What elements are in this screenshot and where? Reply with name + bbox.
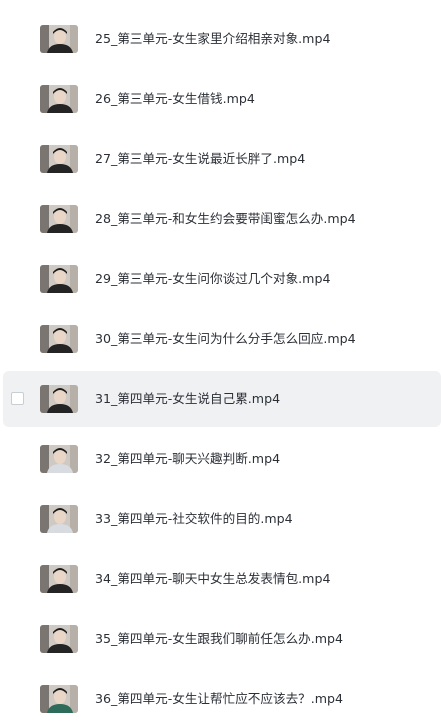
video-thumbnail[interactable] xyxy=(40,505,78,533)
person-icon xyxy=(40,325,78,353)
video-thumbnail[interactable] xyxy=(40,25,78,53)
file-row[interactable]: 27_第三单元-女生说最近长胖了.mp4 xyxy=(0,131,441,187)
video-thumbnail[interactable] xyxy=(40,445,78,473)
file-row[interactable]: 36_第四单元-女生让帮忙应不应该去？.mp4 xyxy=(0,671,441,727)
video-thumbnail[interactable] xyxy=(40,325,78,353)
file-row[interactable]: 33_第四单元-社交软件的目的.mp4 xyxy=(0,491,441,547)
file-name[interactable]: 32_第四单元-聊天兴趣判断.mp4 xyxy=(95,431,280,487)
person-icon xyxy=(40,385,78,413)
file-name[interactable]: 30_第三单元-女生问为什么分手怎么回应.mp4 xyxy=(95,311,356,367)
person-icon xyxy=(40,265,78,293)
video-thumbnail[interactable] xyxy=(40,565,78,593)
file-row[interactable]: 25_第三单元-女生家里介绍相亲对象.mp4 xyxy=(0,11,441,67)
file-name[interactable]: 36_第四单元-女生让帮忙应不应该去？.mp4 xyxy=(95,671,343,727)
video-thumbnail[interactable] xyxy=(40,685,78,713)
file-row[interactable]: 34_第四单元-聊天中女生总发表情包.mp4 xyxy=(0,551,441,607)
file-name[interactable]: 29_第三单元-女生问你谈过几个对象.mp4 xyxy=(95,251,330,307)
person-icon xyxy=(40,205,78,233)
person-icon xyxy=(40,505,78,533)
video-thumbnail[interactable] xyxy=(40,625,78,653)
person-icon xyxy=(40,145,78,173)
file-name[interactable]: 27_第三单元-女生说最近长胖了.mp4 xyxy=(95,131,305,187)
file-row[interactable]: 30_第三单元-女生问为什么分手怎么回应.mp4 xyxy=(0,311,441,367)
file-name[interactable]: 34_第四单元-聊天中女生总发表情包.mp4 xyxy=(95,551,330,607)
video-thumbnail[interactable] xyxy=(40,85,78,113)
file-row[interactable]: 29_第三单元-女生问你谈过几个对象.mp4 xyxy=(0,251,441,307)
file-name[interactable]: 35_第四单元-女生跟我们聊前任怎么办.mp4 xyxy=(95,611,343,667)
person-icon xyxy=(40,565,78,593)
file-row[interactable]: 32_第四单元-聊天兴趣判断.mp4 xyxy=(0,431,441,487)
row-checkbox[interactable] xyxy=(11,392,24,405)
file-name[interactable]: 31_第四单元-女生说自己累.mp4 xyxy=(95,371,280,427)
video-thumbnail[interactable] xyxy=(40,205,78,233)
file-name[interactable]: 26_第三单元-女生借钱.mp4 xyxy=(95,71,255,127)
file-name[interactable]: 25_第三单元-女生家里介绍相亲对象.mp4 xyxy=(95,11,330,67)
person-icon xyxy=(40,25,78,53)
person-icon xyxy=(40,685,78,713)
person-icon xyxy=(40,625,78,653)
person-icon xyxy=(40,85,78,113)
file-row[interactable]: 28_第三单元-和女生约会要带闺蜜怎么办.mp4 xyxy=(0,191,441,247)
file-name[interactable]: 28_第三单元-和女生约会要带闺蜜怎么办.mp4 xyxy=(95,191,356,247)
video-thumbnail[interactable] xyxy=(40,385,78,413)
file-name[interactable]: 33_第四单元-社交软件的目的.mp4 xyxy=(95,491,293,547)
person-icon xyxy=(40,445,78,473)
file-list: 25_第三单元-女生家里介绍相亲对象.mp4 26_第三单元-女生借钱.mp4 … xyxy=(0,0,441,715)
file-row[interactable]: 26_第三单元-女生借钱.mp4 xyxy=(0,71,441,127)
video-thumbnail[interactable] xyxy=(40,265,78,293)
file-row[interactable]: 35_第四单元-女生跟我们聊前任怎么办.mp4 xyxy=(0,611,441,667)
video-thumbnail[interactable] xyxy=(40,145,78,173)
file-row-hovered[interactable]: 31_第四单元-女生说自己累.mp4 xyxy=(3,371,441,427)
